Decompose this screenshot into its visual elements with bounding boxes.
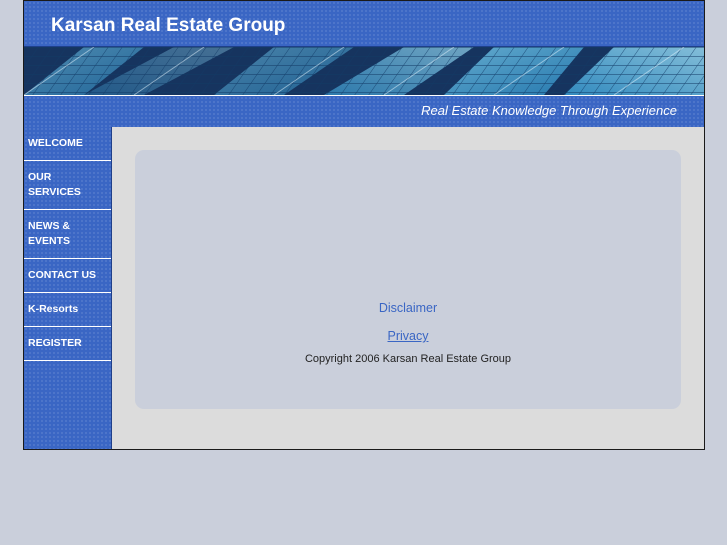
- tagline-bar: Real Estate Knowledge Through Experience: [24, 95, 704, 128]
- main-content: Disclaimer Privacy Copyright 2006 Karsan…: [112, 127, 704, 449]
- site-title: Karsan Real Estate Group: [51, 15, 286, 36]
- copyright-text: Copyright 2006 Karsan Real Estate Group: [304, 353, 512, 365]
- nav-item-contact-us[interactable]: CONTACT US: [24, 259, 111, 293]
- tagline: Real Estate Knowledge Through Experience: [421, 103, 677, 118]
- nav-item-k-resorts[interactable]: K-Resorts: [24, 293, 111, 327]
- privacy-link[interactable]: Privacy: [388, 329, 429, 343]
- nav-item-our-services[interactable]: OUR SERVICES: [24, 161, 111, 210]
- glass-building-facade-image: [24, 47, 704, 95]
- site-frame: Karsan Real Estate Group Real Estate Kno…: [23, 0, 705, 450]
- nav-item-register[interactable]: REGISTER: [24, 327, 111, 361]
- disclaimer-link[interactable]: Disclaimer: [135, 301, 681, 315]
- footer: Disclaimer Privacy Copyright 2006 Karsan…: [135, 301, 681, 365]
- nav-item-welcome[interactable]: WELCOME: [24, 127, 111, 161]
- nav-item-news-events[interactable]: NEWS & EVENTS: [24, 210, 104, 258]
- content-panel: Disclaimer Privacy Copyright 2006 Karsan…: [135, 150, 681, 409]
- banner-image: [24, 47, 704, 95]
- sidebar-nav: WELCOME OUR SERVICES NEWS & EVENTS CONTA…: [24, 127, 112, 449]
- site-header: Karsan Real Estate Group: [24, 1, 704, 47]
